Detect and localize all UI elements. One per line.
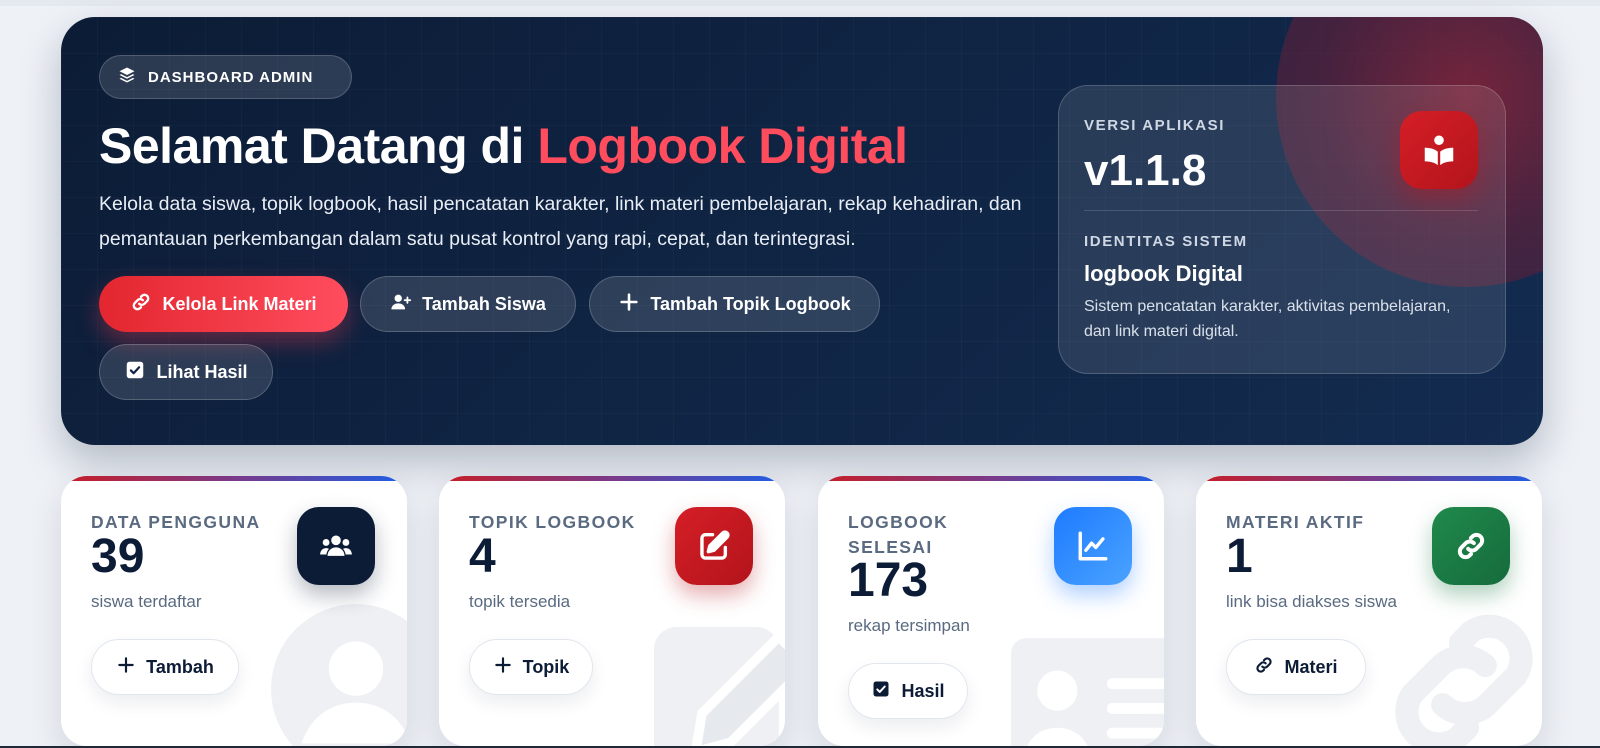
- stat-subtext: topik tersedia: [469, 592, 571, 611]
- tambah-siswa-button[interactable]: Tambah Siswa: [360, 276, 576, 332]
- title-prefix: Selamat Datang di: [99, 118, 538, 174]
- edit-bg-icon: [654, 627, 785, 746]
- button-label: Topik: [522, 656, 570, 677]
- page-title: Selamat Datang di Logbook Digital: [99, 117, 908, 175]
- check-square-icon: [871, 679, 891, 704]
- card-accent-bar: [439, 476, 785, 481]
- user-circle-bg-icon: [271, 604, 407, 746]
- badge-label: DASHBOARD ADMIN: [148, 68, 314, 86]
- users-icon: [297, 507, 375, 585]
- edit-icon: [675, 507, 753, 585]
- stat-card-data-pengguna: DATA PENGGUNA 39 siswa terdaftar Tambah: [61, 476, 407, 746]
- topik-button[interactable]: Topik: [469, 639, 593, 695]
- card-accent-bar: [61, 476, 407, 481]
- version-card: VERSI APLIKASI v1.1.8 IDENTITAS SISTEM l…: [1058, 85, 1506, 374]
- id-card-bg-icon: [1011, 638, 1164, 746]
- stat-subtext: siswa terdaftar: [91, 592, 202, 611]
- stat-card-topik-logbook: TOPIK LOGBOOK 4 topik tersedia Topik: [439, 476, 785, 746]
- button-label: Materi: [1284, 656, 1338, 677]
- stat-subtext: link bisa diakses siswa: [1226, 592, 1398, 611]
- system-name: logbook Digital: [1084, 261, 1243, 286]
- card-accent-bar: [1196, 476, 1542, 481]
- stat-value: 173: [848, 554, 929, 607]
- identity-label: IDENTITAS SISTEM: [1084, 233, 1248, 250]
- stat-value: 39: [91, 530, 145, 583]
- dashboard-badge: DASHBOARD ADMIN: [99, 55, 352, 99]
- link-bg-icon: [1395, 614, 1533, 746]
- button-label: Tambah Topik Logbook: [650, 293, 851, 314]
- stat-card-logbook-selesai: LOGBOOK SELESAI 173 rekap tersimpan Hasi…: [818, 476, 1164, 746]
- link-icon: [1254, 655, 1274, 680]
- button-label: Lihat Hasil: [156, 361, 248, 382]
- tambah-topik-logbook-button[interactable]: Tambah Topik Logbook: [589, 276, 880, 332]
- link-icon: [130, 291, 152, 318]
- hero-banner: DASHBOARD ADMIN Selamat Datang di Logboo…: [61, 17, 1543, 445]
- lihat-hasil-button[interactable]: Lihat Hasil: [99, 344, 273, 400]
- version-label: VERSI APLIKASI: [1084, 117, 1226, 134]
- kelola-link-materi-button[interactable]: Kelola Link Materi: [99, 276, 348, 332]
- version-number: v1.1.8: [1084, 146, 1207, 195]
- stat-card-materi-aktif: MATERI AKTIF 1 link bisa diakses siswa M…: [1196, 476, 1542, 746]
- materi-button[interactable]: Materi: [1226, 639, 1366, 695]
- user-plus-icon: [390, 291, 412, 318]
- stat-label: TOPIK LOGBOOK: [469, 512, 636, 532]
- hasil-button[interactable]: Hasil: [848, 663, 968, 719]
- system-description: Sistem pencatatan karakter, aktivitas pe…: [1084, 298, 1451, 340]
- stat-value: 4: [469, 530, 496, 583]
- plus-icon: [116, 655, 136, 680]
- tambah-button[interactable]: Tambah: [91, 639, 239, 695]
- stat-label: MATERI AKTIF: [1226, 512, 1365, 532]
- stat-value: 1: [1226, 530, 1253, 583]
- card-accent-bar: [818, 476, 1164, 481]
- title-accent: Logbook Digital: [537, 118, 908, 174]
- hero-description: Kelola data siswa, topik logbook, hasil …: [99, 193, 1022, 250]
- top-strip: [0, 0, 1600, 6]
- button-label: Hasil: [901, 680, 945, 701]
- chart-line-icon: [1054, 507, 1132, 585]
- plus-icon: [493, 655, 513, 680]
- button-label: Kelola Link Materi: [162, 293, 317, 314]
- button-label: Tambah: [146, 656, 214, 677]
- plus-icon: [618, 291, 640, 318]
- book-reader-icon: [1400, 111, 1478, 189]
- check-square-icon: [124, 359, 146, 386]
- card-divider: [1084, 210, 1478, 211]
- layers-icon: [118, 66, 136, 88]
- button-label: Tambah Siswa: [422, 293, 546, 314]
- stat-subtext: rekap tersimpan: [848, 616, 970, 635]
- link-icon: [1432, 507, 1510, 585]
